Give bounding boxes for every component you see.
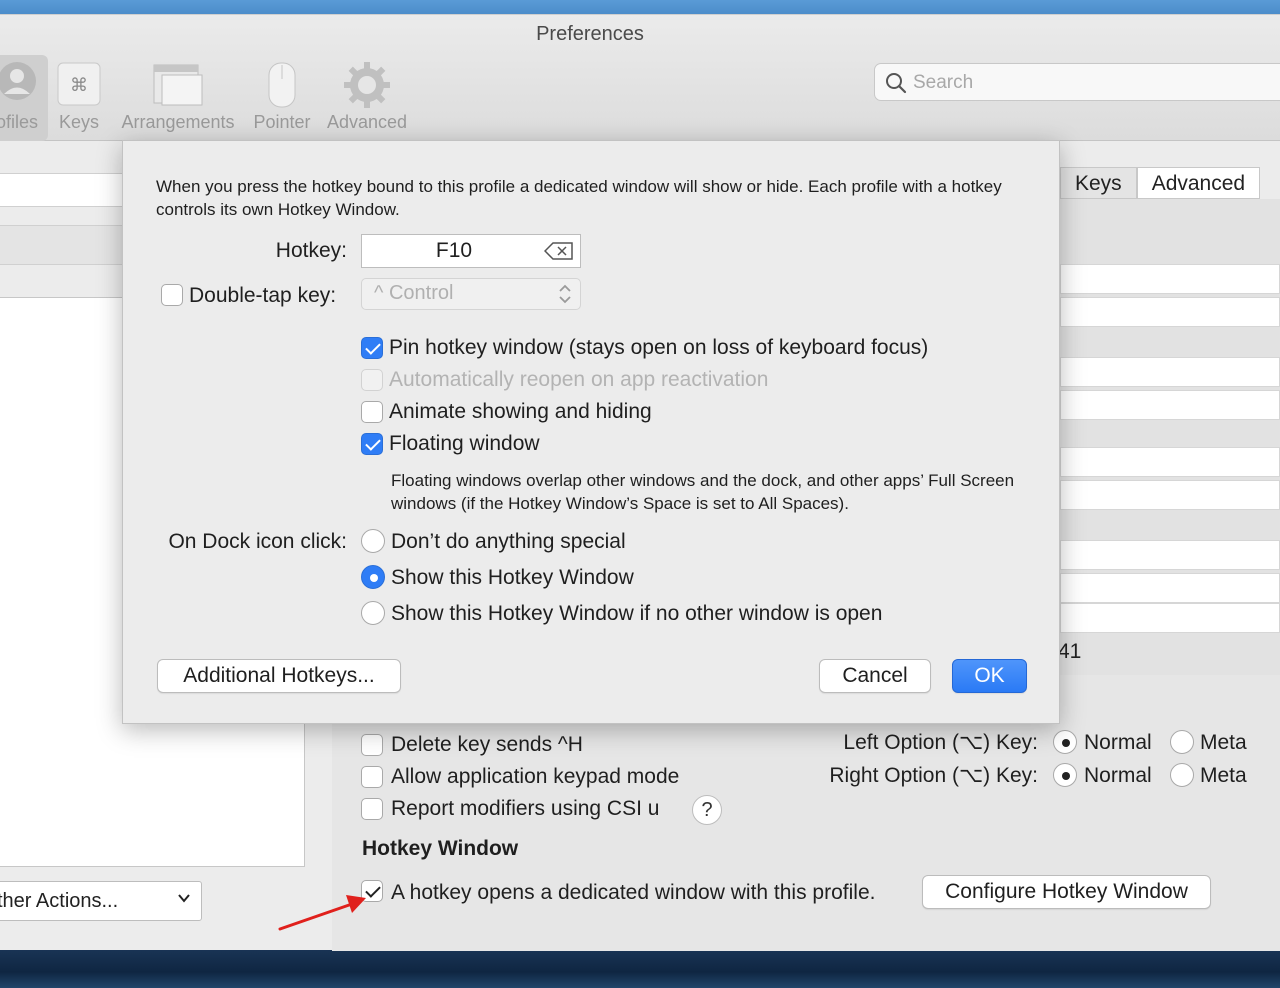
window-title: Preferences: [536, 23, 644, 45]
dialog-description: When you press the hotkey bound to this …: [156, 177, 1002, 219]
table-row[interactable]: [1060, 603, 1280, 633]
search-placeholder: Search: [913, 72, 974, 93]
report-modifiers-checkbox[interactable]: [361, 798, 383, 820]
double-tap-checkbox[interactable]: [161, 284, 183, 306]
svg-text:⌘: ⌘: [70, 75, 88, 96]
desktop-wallpaper: [0, 948, 1280, 988]
auto-reopen-label: Automatically reopen on app reactivation: [389, 368, 769, 391]
dock-option-show-if-none-radio[interactable]: [361, 601, 385, 625]
table-row[interactable]: [1060, 447, 1280, 477]
additional-hotkeys-button[interactable]: Additional Hotkeys...: [157, 659, 401, 693]
table-row[interactable]: [1060, 573, 1280, 603]
tab-keys[interactable]: Keys: [1060, 167, 1137, 199]
right-option-meta-radio[interactable]: [1170, 763, 1194, 787]
toolbar: Preferences ofiles ⌘ Keys Arrangements P…: [0, 15, 1280, 141]
animate-label: Animate showing and hiding: [389, 400, 652, 423]
dock-option-nothing-label: Don’t do anything special: [391, 530, 626, 553]
hotkey-value: F10: [435, 239, 473, 262]
right-option-normal-label: Normal: [1084, 764, 1152, 787]
right-option-normal-radio[interactable]: [1053, 763, 1077, 787]
right-option-label: Right Option (⌥) Key:: [829, 764, 1038, 787]
toolbar-advanced-label: Advanced: [326, 112, 408, 132]
toolbar-arrangements[interactable]: Arrangements: [116, 55, 240, 141]
hotkey-recorder-field[interactable]: F10: [361, 234, 581, 268]
left-option-normal-label: Normal: [1084, 731, 1152, 754]
left-option-meta-label: Meta: [1200, 731, 1247, 754]
double-tap-label: Double-tap key:: [189, 284, 337, 307]
keypad-mode-label: Allow application keypad mode: [391, 765, 680, 788]
report-modifiers-label: Report modifiers using CSI u: [391, 797, 660, 820]
hotkey-window-heading: Hotkey Window: [362, 837, 519, 860]
search-icon: [886, 73, 907, 94]
chevron-down-icon: [178, 894, 190, 903]
toolbar-keys-label: Keys: [58, 112, 100, 132]
partial-value: 41: [1058, 640, 1082, 663]
gear-icon: [344, 62, 390, 108]
pin-hotkey-checkbox[interactable]: [361, 337, 383, 359]
table-row[interactable]: [1060, 480, 1280, 510]
hotkey-label: Hotkey:: [275, 239, 347, 262]
table-row[interactable]: [1060, 540, 1280, 570]
ok-button[interactable]: OK: [952, 659, 1027, 693]
search-field[interactable]: Search: [874, 63, 1280, 101]
toolbar-profiles-label: ofiles: [0, 112, 39, 132]
pin-hotkey-label: Pin hotkey window (stays open on loss of…: [389, 336, 929, 359]
table-row[interactable]: [1060, 264, 1280, 294]
toolbar-pointer[interactable]: Pointer: [250, 55, 314, 141]
cancel-button[interactable]: Cancel: [819, 659, 931, 693]
animate-checkbox[interactable]: [361, 401, 383, 423]
configure-hotkey-window-button[interactable]: Configure Hotkey Window: [922, 875, 1211, 909]
command-key-icon: ⌘: [57, 62, 101, 106]
help-button[interactable]: ?: [692, 795, 722, 825]
dock-click-label: On Dock icon click:: [168, 530, 347, 553]
right-option-meta-label: Meta: [1200, 764, 1247, 787]
auto-reopen-checkbox: [361, 369, 383, 391]
table-row[interactable]: [1060, 297, 1280, 327]
floating-window-checkbox[interactable]: [361, 433, 383, 455]
left-option-meta-radio[interactable]: [1170, 730, 1194, 754]
keypad-mode-checkbox[interactable]: [361, 766, 383, 788]
dock-option-show-if-none-label: Show this Hotkey Window if no other wind…: [391, 602, 883, 625]
clear-backspace-icon[interactable]: [544, 242, 574, 260]
annotation-arrow-icon: [278, 895, 366, 931]
updown-chevron-icon: [559, 284, 571, 304]
floating-window-label: Floating window: [389, 432, 540, 455]
profile-tabs: Keys Advanced: [1060, 167, 1261, 199]
double-tap-key-value: ^ Control: [374, 282, 454, 304]
hotkey-dialog: When you press the hotkey bound to this …: [122, 140, 1060, 724]
person-icon: [0, 62, 36, 100]
table-row[interactable]: [1060, 357, 1280, 387]
double-tap-key-popup[interactable]: ^ Control: [361, 278, 581, 310]
tab-advanced[interactable]: Advanced: [1136, 167, 1261, 199]
left-option-label: Left Option (⌥) Key:: [843, 731, 1038, 754]
toolbar-arrangements-label: Arrangements: [121, 112, 235, 132]
dock-option-show-radio[interactable]: [361, 565, 385, 589]
dock-option-show-label: Show this Hotkey Window: [391, 566, 634, 589]
mouse-icon: [268, 62, 296, 108]
other-actions-label: ther Actions...: [0, 890, 119, 912]
dock-option-nothing-radio[interactable]: [361, 529, 385, 553]
table-row[interactable]: [1060, 390, 1280, 420]
toolbar-advanced[interactable]: Advanced: [322, 55, 412, 141]
other-actions-popup[interactable]: ther Actions...: [0, 881, 202, 921]
toolbar-keys[interactable]: ⌘ Keys: [52, 55, 106, 141]
delete-key-label: Delete key sends ^H: [391, 733, 583, 756]
hotkey-opens-label: A hotkey opens a dedicated window with t…: [391, 881, 876, 904]
toolbar-profiles[interactable]: ofiles: [0, 55, 48, 141]
floating-note: Floating windows overlap other windows a…: [391, 471, 1015, 513]
windows-icon: [153, 64, 203, 106]
delete-key-checkbox[interactable]: [361, 734, 383, 756]
left-option-normal-radio[interactable]: [1053, 730, 1077, 754]
toolbar-pointer-label: Pointer: [253, 112, 311, 132]
